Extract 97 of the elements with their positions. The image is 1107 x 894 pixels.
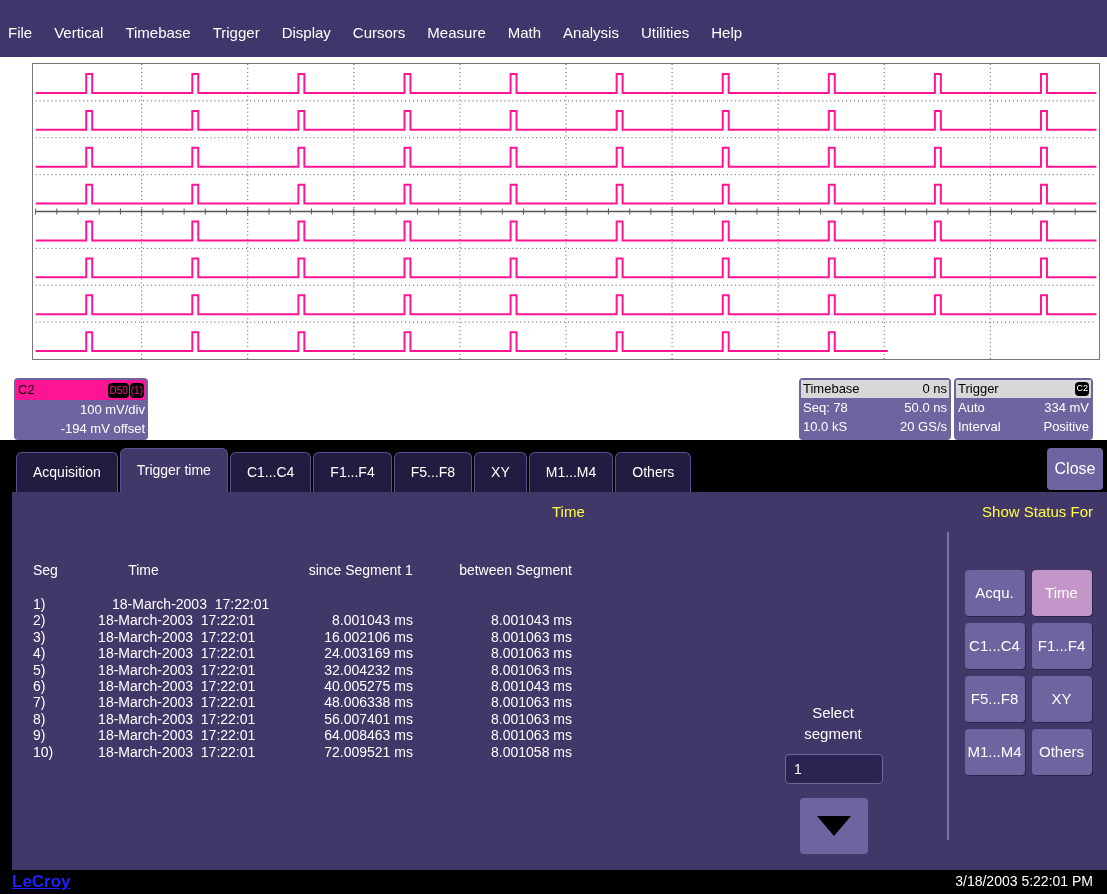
table-cell-text: 7) [32, 694, 47, 711]
select-segment-label: Select segment [803, 703, 863, 744]
table-cell-text: 18-March-2003 17:22:01 [98, 710, 257, 728]
table-cell-text: 8.001043 ms [490, 612, 572, 629]
status-button[interactable]: F5...F8 [964, 676, 1025, 722]
table-cell-text: 18-March-2003 17:22:01 [98, 743, 257, 761]
table-cell-text: 24.003169 ms [323, 645, 413, 662]
status-button[interactable]: Others [1031, 729, 1092, 775]
timebase-title: Timebase [803, 380, 860, 399]
table-cell-text: 18-March-2003 17:22:01 [98, 612, 257, 629]
timebase-value: Seq: 78 [803, 399, 848, 417]
table-cell-text: 2) [32, 612, 47, 629]
status-title: Show Status For [982, 501, 1093, 522]
table-cell-text: 18-March-2003 17:22:01 [98, 661, 257, 679]
timebase-value: 50.0 ns [904, 399, 947, 417]
column-header: Time [127, 560, 160, 580]
menu-item[interactable]: Measure [427, 22, 486, 45]
timebase-delay: 0 ns [922, 380, 947, 399]
down-button[interactable] [800, 798, 868, 854]
tab[interactable]: C1...C4 [229, 452, 312, 492]
timebase-value: 10.0 kS [803, 418, 848, 436]
status-button[interactable]: XY [1031, 676, 1092, 722]
tab[interactable]: Others [615, 452, 692, 492]
table-cell-text: 10) [32, 743, 55, 761]
table-cell-text: 4) [32, 645, 47, 662]
trigger-source-badge: C2 [1075, 382, 1089, 396]
table-cell-text: 8.001063 ms [490, 727, 572, 744]
menu-item[interactable]: File [8, 22, 33, 45]
trigger-box[interactable]: Trigger C2 Auto 334 mV Interval Positive [954, 378, 1093, 440]
table-cell-text: 56.007401 ms [323, 710, 413, 728]
channel-setting: -194 mV offset [59, 420, 146, 438]
trigger-value: Interval [958, 418, 1001, 436]
menu-item[interactable]: Timebase [125, 22, 191, 45]
timebase-value: 20 GS/s [900, 418, 947, 436]
trigger-value: Positive [1043, 418, 1089, 436]
table-cell-text: 8.001063 ms [490, 710, 572, 728]
table-cell-text: 1) [32, 596, 47, 613]
tab[interactable]: F1...F4 [313, 452, 392, 492]
trigger-value: 334 mV [1044, 399, 1089, 417]
table-cell-text: 18-March-2003 17:22:01 [112, 596, 271, 613]
table-cell-text: 6) [32, 678, 47, 695]
table-cell-text: 8) [32, 710, 47, 728]
table-cell-text: 16.002106 ms [323, 628, 413, 646]
channel-badge: (1) [129, 382, 144, 398]
channel-label: C2 [18, 381, 35, 400]
table-cell-text: 72.009521 ms [323, 743, 413, 761]
menu-item[interactable]: Utilities [640, 22, 690, 45]
menu-item[interactable]: Math [507, 22, 542, 45]
channel-box[interactable]: C2 D50 (1) 100 mV/div -194 mV offset [14, 378, 148, 440]
logo: LeCroy [12, 872, 71, 892]
tab[interactable]: XY [474, 452, 527, 492]
table-cell-text: 9) [32, 727, 47, 744]
column-header: Seg [32, 560, 59, 580]
trigger-title: Trigger [958, 380, 999, 399]
channel-setting: 100 mV/div [78, 401, 146, 419]
menu-item[interactable]: Analysis [563, 22, 619, 45]
menu-item[interactable]: Vertical [54, 22, 104, 45]
close-button[interactable]: Close [1047, 448, 1103, 490]
tab[interactable]: F5...F8 [393, 452, 473, 492]
menu-item[interactable]: Trigger [212, 22, 260, 45]
table-cell-text: 64.008463 ms [323, 727, 413, 744]
table-cell-text: 48.006338 ms [323, 694, 413, 711]
menu-item[interactable]: Display [281, 22, 331, 45]
table-cell-text: 40.005275 ms [323, 678, 413, 695]
table-cell-text: 18-March-2003 17:22:01 [98, 694, 257, 711]
table-cell-text: 8.001063 ms [490, 661, 572, 679]
table-cell-text: 8.001063 ms [490, 645, 572, 662]
channel-badge: D50 [108, 382, 129, 398]
segment-field[interactable]: 1 [785, 754, 883, 784]
table-cell-text: 8.001063 ms [490, 628, 572, 646]
table-cell-text: 32.004232 ms [323, 661, 413, 679]
table-cell-text: 3) [32, 628, 47, 646]
table-cell-text: 18-March-2003 17:22:01 [98, 628, 257, 646]
status-button[interactable]: C1...C4 [964, 623, 1025, 669]
status-button[interactable]: Acqu. [964, 570, 1025, 616]
menu-item[interactable]: Cursors [352, 22, 406, 45]
table-cell-text: 18-March-2003 17:22:01 [98, 727, 257, 744]
panel-title: Time [552, 501, 585, 522]
down-triangle-icon [817, 816, 851, 836]
table-cell-text: 5) [32, 661, 47, 679]
date-time: 3/18/2003 5:22:01 PM [955, 872, 1093, 891]
table-cell-text: 8.001043 ms [331, 612, 413, 629]
menu-item[interactable]: Help [711, 22, 743, 45]
tab[interactable]: Acquisition [16, 452, 118, 492]
table-cell-text: 8.001043 ms [490, 678, 572, 695]
table-cell-text: 18-March-2003 17:22:01 [98, 678, 257, 695]
timebase-box[interactable]: Timebase 0 ns Seq: 78 50.0 ns 10.0 kS 20 GS/s [799, 378, 951, 440]
status-button[interactable]: F1...F4 [1031, 623, 1092, 669]
table-cell-text: 18-March-2003 17:22:01 [98, 645, 257, 662]
tab[interactable]: Trigger time [119, 448, 228, 492]
trigger-value: Auto [958, 399, 985, 417]
column-header: between Segment [458, 560, 572, 580]
tab[interactable]: M1...M4 [528, 452, 614, 492]
column-header: since Segment 1 [307, 560, 413, 580]
table-cell-text: 8.001058 ms [490, 743, 572, 761]
status-button[interactable]: M1...M4 [964, 729, 1025, 775]
table-cell-text: 8.001063 ms [490, 694, 572, 711]
